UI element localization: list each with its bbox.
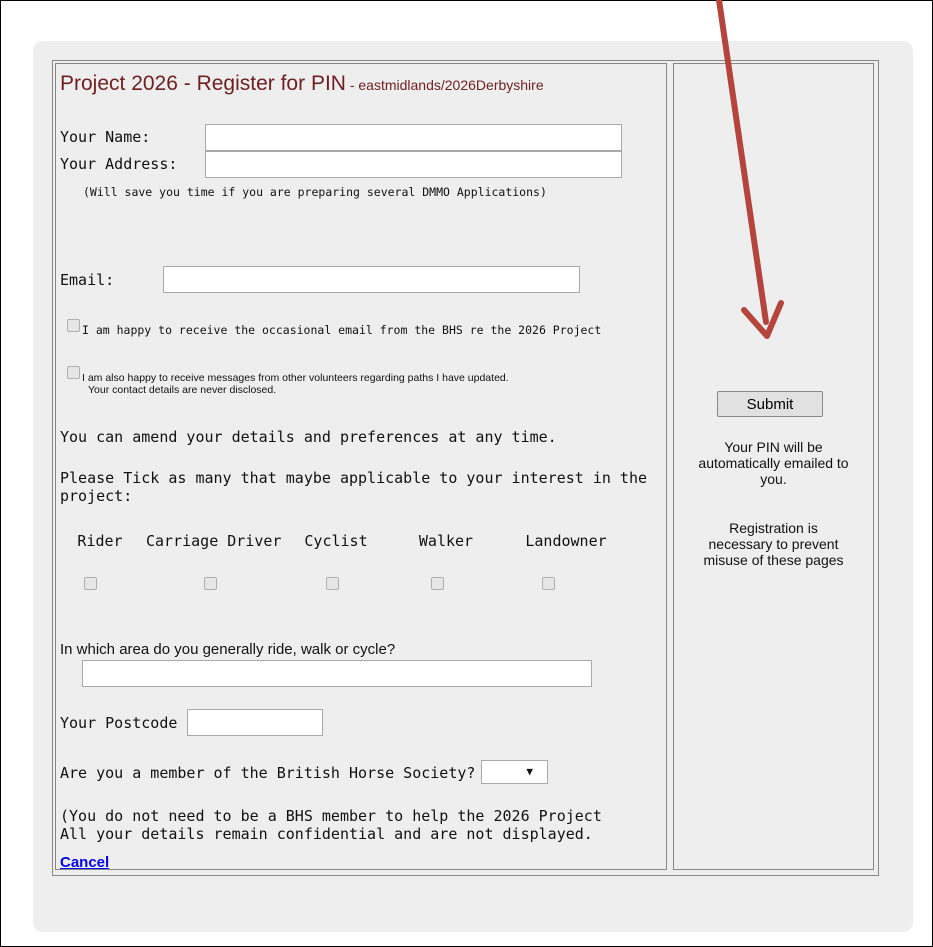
arrow-down-icon xyxy=(716,0,784,339)
arrow-shaft xyxy=(716,0,769,325)
